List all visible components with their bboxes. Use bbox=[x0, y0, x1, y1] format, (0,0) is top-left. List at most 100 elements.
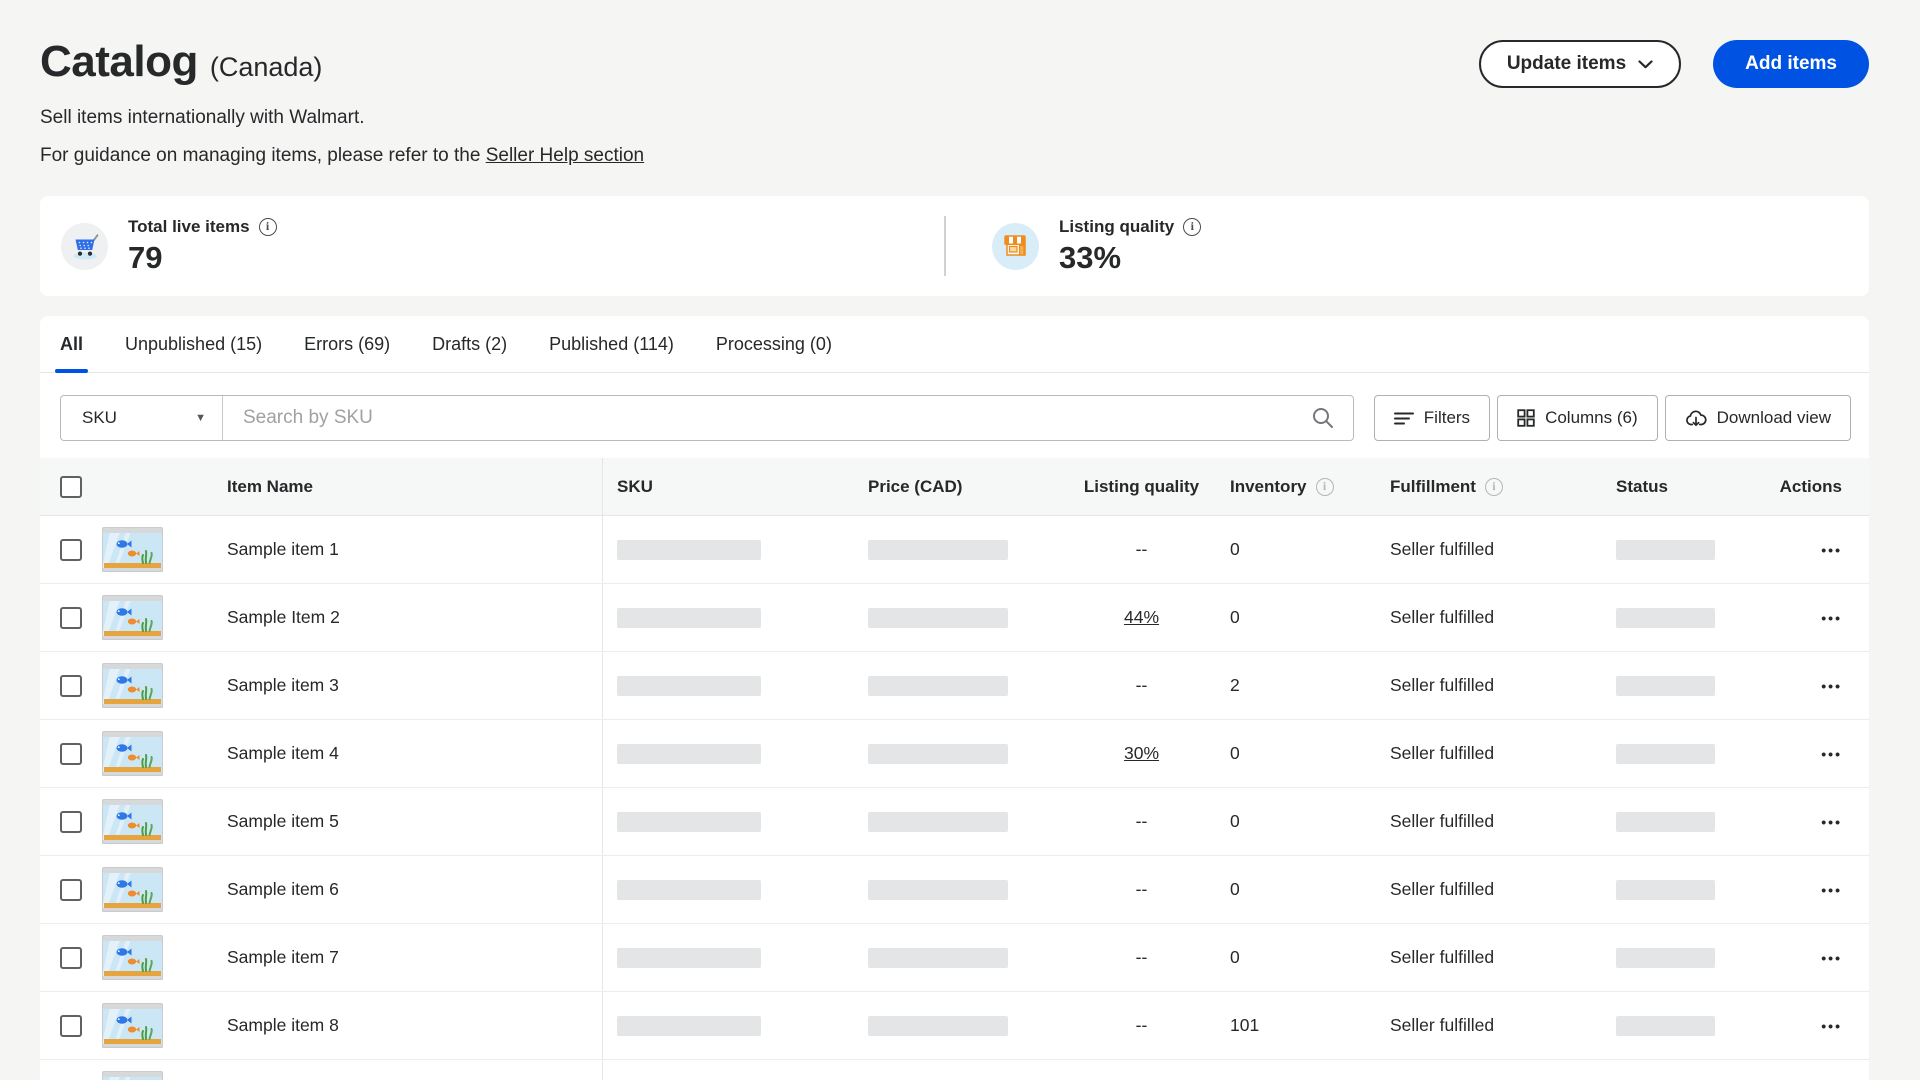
header-actions: Update items Add items bbox=[1479, 40, 1869, 88]
stat-total-live-items: Total live items i 79 bbox=[40, 217, 944, 276]
inventory-value: 0 bbox=[1209, 788, 1344, 855]
sku-placeholder-bar bbox=[617, 676, 761, 696]
tab-unpublished[interactable]: Unpublished (15) bbox=[125, 316, 262, 372]
tab-bar: All Unpublished (15) Errors (69) Drafts … bbox=[40, 316, 1869, 373]
search-field-selected: SKU bbox=[82, 408, 117, 428]
price-placeholder-bar bbox=[868, 880, 1008, 900]
toolbar: SKU ▼ Filters Columns (6) bbox=[40, 373, 1869, 441]
listing-quality-value: -- bbox=[1136, 947, 1148, 968]
status-placeholder-bar bbox=[1616, 948, 1715, 968]
columns-label: Columns (6) bbox=[1545, 408, 1638, 428]
info-icon[interactable]: i bbox=[1316, 478, 1334, 496]
status-placeholder-bar bbox=[1616, 1016, 1715, 1036]
status-placeholder-bar bbox=[1616, 812, 1715, 832]
stat-label: Listing quality bbox=[1059, 217, 1174, 237]
item-name: Sample item 6 bbox=[200, 856, 602, 923]
header-inventory: Inventoryi bbox=[1209, 458, 1344, 515]
listing-quality-value[interactable]: 44% bbox=[1124, 607, 1159, 628]
more-actions-icon[interactable]: ••• bbox=[1821, 542, 1842, 558]
search-field-selector[interactable]: SKU ▼ bbox=[61, 396, 223, 440]
table-header-row: Item Name SKU Price (CAD) Listing qualit… bbox=[40, 458, 1869, 516]
stat-value: 33% bbox=[1059, 240, 1201, 276]
item-thumbnail bbox=[102, 935, 163, 980]
status-placeholder-bar bbox=[1616, 608, 1715, 628]
inventory-value: 0 bbox=[1209, 720, 1344, 787]
filters-label: Filters bbox=[1424, 408, 1470, 428]
update-items-label: Update items bbox=[1507, 53, 1626, 75]
table-row-partial: ••• bbox=[40, 1060, 1869, 1080]
row-checkbox[interactable] bbox=[60, 1015, 82, 1037]
tab-errors[interactable]: Errors (69) bbox=[304, 316, 390, 372]
stats-card: Total live items i 79 bbox=[40, 196, 1869, 296]
seller-help-link[interactable]: Seller Help section bbox=[486, 145, 644, 166]
row-checkbox[interactable] bbox=[60, 947, 82, 969]
item-thumbnail bbox=[102, 527, 163, 572]
tab-processing[interactable]: Processing (0) bbox=[716, 316, 832, 372]
inventory-value: 2 bbox=[1209, 652, 1344, 719]
price-placeholder-bar bbox=[868, 608, 1008, 628]
listing-quality-value[interactable]: 30% bbox=[1124, 743, 1159, 764]
page-title: Catalog bbox=[40, 37, 198, 86]
more-actions-icon[interactable]: ••• bbox=[1821, 1018, 1842, 1034]
items-table: Item Name SKU Price (CAD) Listing qualit… bbox=[40, 458, 1869, 1080]
item-name: Sample item 1 bbox=[200, 516, 602, 583]
more-actions-icon[interactable]: ••• bbox=[1821, 678, 1842, 694]
sku-placeholder-bar bbox=[617, 1016, 761, 1036]
sku-placeholder-bar bbox=[617, 608, 761, 628]
tab-all[interactable]: All bbox=[60, 316, 83, 372]
search-box: SKU ▼ bbox=[60, 395, 1354, 441]
listing-quality-value: -- bbox=[1136, 1015, 1148, 1036]
catalog-page: Catalog(Canada) Sell items international… bbox=[0, 0, 1920, 1080]
download-view-button[interactable]: Download view bbox=[1665, 395, 1851, 441]
select-all-checkbox[interactable] bbox=[60, 476, 82, 498]
status-placeholder-bar bbox=[1616, 540, 1715, 560]
info-icon[interactable]: i bbox=[1183, 218, 1201, 236]
item-thumbnail bbox=[102, 799, 163, 844]
stat-label: Total live items bbox=[128, 217, 250, 237]
page-subtitle: Sell items internationally with Walmart. bbox=[40, 107, 644, 129]
more-actions-icon[interactable]: ••• bbox=[1821, 746, 1842, 762]
status-placeholder-bar bbox=[1616, 744, 1715, 764]
tab-published[interactable]: Published (114) bbox=[549, 316, 674, 372]
info-icon[interactable]: i bbox=[1485, 478, 1503, 496]
item-thumbnail bbox=[102, 731, 163, 776]
header-thumb-spacer bbox=[100, 458, 200, 515]
more-actions-icon[interactable]: ••• bbox=[1821, 610, 1842, 626]
header-status: Status bbox=[1534, 458, 1772, 515]
row-checkbox[interactable] bbox=[60, 879, 82, 901]
search-input[interactable] bbox=[223, 396, 1311, 440]
item-thumbnail bbox=[102, 595, 163, 640]
header-price: Price (CAD) bbox=[854, 458, 1074, 515]
status-placeholder-bar bbox=[1616, 880, 1715, 900]
stat-text: Total live items i 79 bbox=[128, 217, 277, 276]
add-items-button[interactable]: Add items bbox=[1713, 40, 1869, 88]
download-icon bbox=[1685, 409, 1707, 428]
more-actions-icon[interactable]: ••• bbox=[1821, 882, 1842, 898]
row-checkbox[interactable] bbox=[60, 539, 82, 561]
price-placeholder-bar bbox=[868, 744, 1008, 764]
table-row: Sample item 8 -- 101 Seller fulfilled ••… bbox=[40, 992, 1869, 1060]
more-actions-icon[interactable]: ••• bbox=[1821, 814, 1842, 830]
search-icon[interactable] bbox=[1311, 406, 1335, 430]
inventory-value: 0 bbox=[1209, 516, 1344, 583]
table-body: Sample item 1 -- 0 Seller fulfilled ••• bbox=[40, 516, 1869, 1080]
sku-placeholder-bar bbox=[617, 812, 761, 832]
table-row: Sample item 7 -- 0 Seller fulfilled ••• bbox=[40, 924, 1869, 992]
info-icon[interactable]: i bbox=[259, 218, 277, 236]
stat-value: 79 bbox=[128, 240, 277, 276]
item-thumbnail bbox=[102, 663, 163, 708]
tab-drafts[interactable]: Drafts (2) bbox=[432, 316, 507, 372]
row-checkbox[interactable] bbox=[60, 607, 82, 629]
row-checkbox[interactable] bbox=[60, 743, 82, 765]
item-name: Sample item 8 bbox=[200, 992, 602, 1059]
header-item-name: Item Name bbox=[200, 458, 602, 515]
row-checkbox[interactable] bbox=[60, 675, 82, 697]
filter-icon bbox=[1394, 411, 1414, 426]
columns-button[interactable]: Columns (6) bbox=[1497, 395, 1658, 441]
row-checkbox[interactable] bbox=[60, 811, 82, 833]
inventory-value: 0 bbox=[1209, 856, 1344, 923]
filters-button[interactable]: Filters bbox=[1374, 395, 1490, 441]
more-actions-icon[interactable]: ••• bbox=[1821, 950, 1842, 966]
table-row: Sample item 3 -- 2 Seller fulfilled ••• bbox=[40, 652, 1869, 720]
update-items-button[interactable]: Update items bbox=[1479, 40, 1681, 88]
